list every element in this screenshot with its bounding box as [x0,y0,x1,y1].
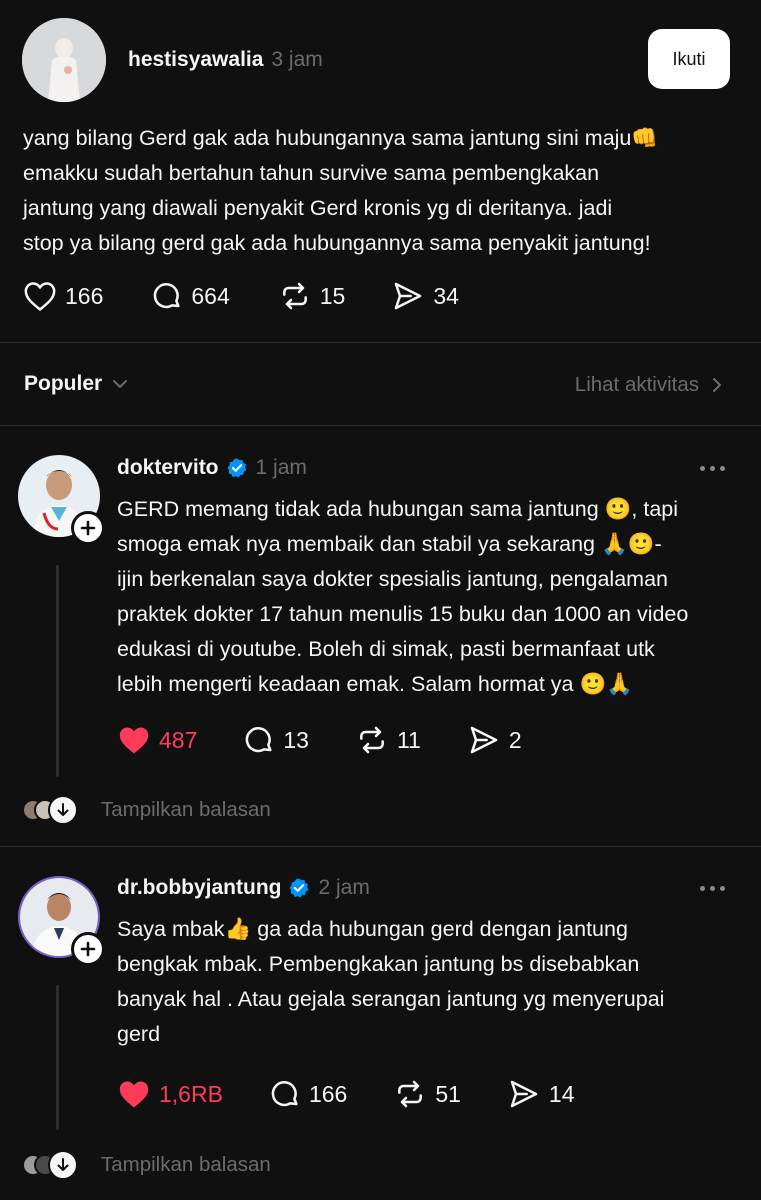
chevron-right-icon [713,378,721,392]
like-button[interactable]: 487 [117,724,197,756]
follow-button[interactable]: Ikuti [648,29,730,89]
reply-time: 1 jam [255,456,307,479]
post-actions: 166 664 15 34 [23,280,459,312]
repost-icon [360,726,384,754]
reply-line: praktek dokter 17 tahun menulis 15 buku … [117,602,689,626]
reply-line: smoga emak nya membaik dan stabil ya sek… [117,532,662,556]
like-count: 1,6RB [159,1080,223,1107]
post-time: 3 jam [271,48,323,71]
post-line: jantung yang diawali penyakit Gerd kroni… [23,196,613,220]
plus-icon [80,520,96,536]
share-count: 14 [548,1080,575,1107]
post-username[interactable]: hestisyawalia [128,48,263,72]
reply-header: doktervito 1 jam [117,456,307,480]
thread-line [56,565,59,777]
arrow-down-icon [48,1150,78,1180]
post-line: yang bilang Gerd gak ada hubungannya sam… [23,126,659,150]
reply-line: GERD memang tidak ada hubungan sama jant… [117,497,679,521]
verified-badge-icon [290,878,309,898]
verified-badge-icon [227,458,246,478]
divider [0,342,761,343]
show-replies-row[interactable]: Tampilkan balasan [22,795,271,825]
comment-count: 13 [283,726,309,753]
comment-button[interactable]: 664 [151,280,230,312]
divider [0,425,761,426]
show-replies-link[interactable]: Tampilkan balasan [101,1153,271,1177]
reply-username[interactable]: dr.bobbyjantung [117,876,281,900]
comment-icon [271,1081,298,1107]
post-line: stop ya bilang gerd gak ada hubungannya … [23,231,651,255]
comment-button[interactable]: 13 [243,724,309,756]
reply-actions: 487 13 11 2 [117,724,522,756]
more-options-icon[interactable] [700,466,725,471]
comment-button[interactable]: 166 [269,1078,347,1110]
heart-filled-icon [119,727,149,754]
share-count: 34 [433,282,459,309]
share-button[interactable]: 34 [391,280,459,312]
reply-line: bengkak mbak. Pembengkakan jantung bs di… [117,952,640,976]
like-count: 166 [65,282,104,309]
follow-plus-button[interactable] [71,511,105,545]
reply-line: lebih mengerti keadaan emak. Salam horma… [117,672,634,696]
avatar-hestisyawalia[interactable] [22,18,106,102]
repost-count: 11 [396,726,421,753]
plus-icon [80,941,96,957]
post-body: yang bilang Gerd gak ada hubungannya sam… [23,121,658,261]
reply-line: Saya mbak👍 ga ada hubungan gerd dengan j… [117,917,628,941]
send-icon [395,282,422,310]
like-button[interactable]: 1,6RB [117,1078,223,1110]
chevron-down-icon [113,380,128,388]
view-activity-label: Lihat aktivitas [574,373,699,396]
repost-count: 15 [319,282,346,309]
send-icon [510,1080,538,1108]
comment-icon [246,727,272,753]
follow-plus-button[interactable] [71,932,105,966]
sort-dropdown[interactable]: Populer [24,372,130,396]
share-button[interactable]: 2 [467,724,522,756]
post-header: hestisyawalia 3 jam [128,48,323,72]
reply-line: ijin berkenalan saya dokter spesialis ja… [117,567,668,591]
reply-body: Saya mbak👍 ga ada hubungan gerd dengan j… [117,912,664,1052]
repost-icon [282,282,307,310]
comment-icon [154,283,180,309]
share-count: 2 [508,726,522,753]
reply-header: dr.bobbyjantung 2 jam [117,876,370,900]
show-replies-link[interactable]: Tampilkan balasan [101,798,271,822]
divider [0,846,761,847]
repost-icon [398,1080,423,1108]
reply-line: banyak hal . Atau gejala serangan jantun… [117,987,665,1011]
sort-label: Populer [24,372,103,395]
send-icon [470,726,498,754]
heart-filled-icon [119,1081,149,1108]
repost-button[interactable]: 15 [278,280,346,312]
comment-count: 664 [191,282,230,309]
like-count: 487 [159,726,198,753]
share-button[interactable]: 14 [507,1078,575,1110]
show-replies-row[interactable]: Tampilkan balasan [22,1150,271,1180]
reply-line: edukasi di youtube. Boleh di simak, past… [117,637,655,661]
repost-button[interactable]: 51 [393,1078,461,1110]
like-button[interactable]: 166 [23,280,103,312]
reply-time: 2 jam [318,876,370,899]
heart-icon [24,282,56,311]
post-line: emakku sudah bertahun tahun survive sama… [23,161,600,185]
reply-line: gerd [117,1022,161,1046]
arrow-down-icon [48,795,78,825]
view-activity-link[interactable]: Lihat aktivitas [575,373,725,397]
repost-count: 51 [435,1080,461,1107]
repost-button[interactable]: 11 [355,724,421,756]
reply-body: GERD memang tidak ada hubungan sama jant… [117,492,688,702]
reply-actions: 1,6RB 166 51 14 [117,1078,575,1110]
thread-line [56,985,59,1130]
reply-username[interactable]: doktervito [117,456,219,480]
more-options-icon[interactable] [700,886,725,891]
comment-count: 166 [308,1080,348,1107]
